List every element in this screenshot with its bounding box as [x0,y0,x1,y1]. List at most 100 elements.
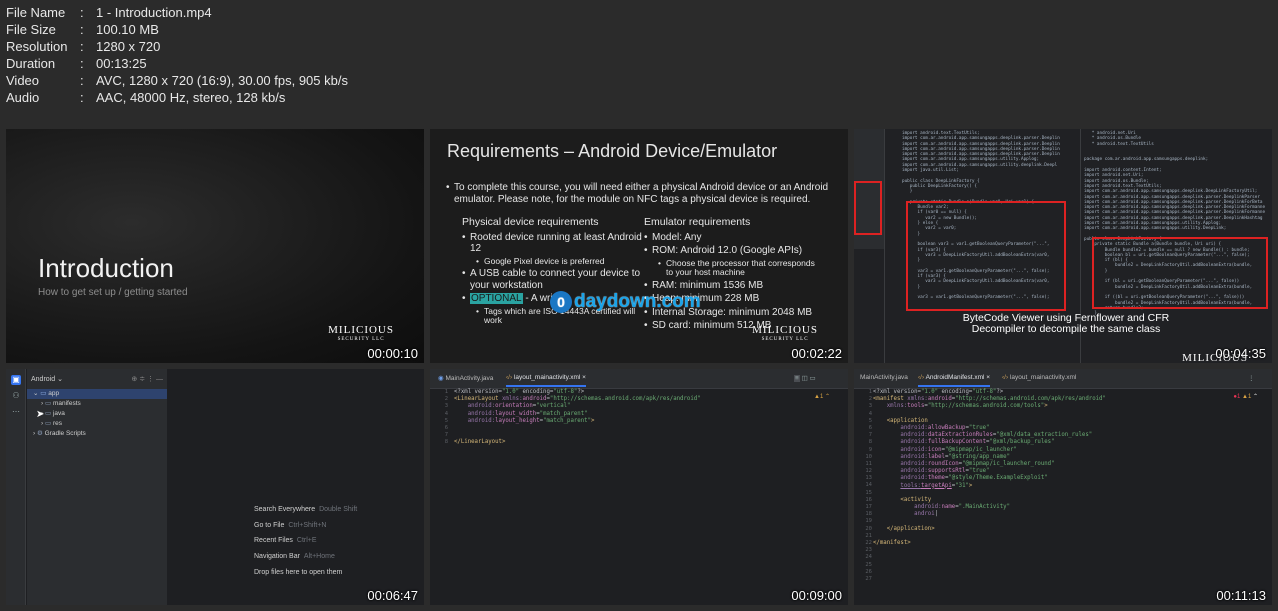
editor-mode-icons[interactable]: ≡ ◫ ▭ [794,374,816,382]
meta-video: Video: AVC, 1280 x 720 (16:9), 30.00 fps,… [6,72,348,89]
tree-item-java[interactable]: › ▭ java [27,409,167,419]
xml-file-icon: ‹/› [918,374,925,381]
thumbnail-manifest-editor[interactable]: MainActivity.java ‹/› AndroidManifest.xm… [854,369,1272,605]
slide-title: Requirements – Android Device/Emulator [447,141,778,161]
tree-label: java [52,410,65,417]
thumbnail-introduction[interactable]: Introduction How to get set up / getting… [6,129,424,363]
sep: : [80,39,84,54]
label: Resolution [6,39,68,54]
watermark: 0 daydown.com [550,291,701,313]
tree-item-gradle-scripts[interactable]: › ⚙ Gradle Scripts [27,429,167,439]
slide-intro: To complete this course, you will need e… [446,182,836,207]
project-title: Android [31,376,56,383]
editor-tabs: MainActivity.java ‹/› AndroidManifest.xm… [854,369,1272,389]
warning-icon[interactable]: ▲1 ⌃ [814,393,830,400]
structure-icon[interactable]: ⚇ [11,391,21,401]
project-panel: Android ⌄ ⊕ ≑ ⋮ — ⌄ ▭ app › ▭ manifests … [27,369,167,605]
brand-logo: MILICIOUS SECURITY LLC [752,325,818,345]
hint-shortcut: Double Shift [319,506,358,513]
list-subitem: Google Pixel device is preferred [462,256,644,267]
xml-file-icon: ‹/› [1002,374,1009,381]
sep: : [80,56,84,71]
list-item: A USB cable to connect your device to yo… [462,268,644,291]
meta-file-name: File Name:1 - Introduction.mp4 [6,4,348,21]
tree-item-app[interactable]: ⌄ ▭ app [27,389,167,399]
tree-item-manifests[interactable]: › ▭ manifests [27,399,167,409]
thumbnail-layout-editor[interactable]: ◉ MainActivity.java ‹/› layout_mainactiv… [430,369,848,605]
meta-resolution: Resolution:1280 x 720 [6,38,348,55]
more-tabs-icon[interactable]: ⋮ [1248,374,1255,382]
column-heading: Physical device requirements [462,216,599,228]
hint-label: Navigation Bar [254,553,300,560]
hint-label: Search Everywhere [254,506,316,513]
list-item: Model: Any [644,232,824,244]
hint-navigation-bar: Navigation Bar Alt+Home [254,553,335,560]
module-icon: ▭ [40,390,47,397]
hint-shortcut: Ctrl+E [296,537,317,544]
watermark-icon: 0 [550,291,572,313]
tab-label: MainActivity.java [445,375,494,382]
logo-subtext: SECURITY LLC [337,337,385,342]
sep: : [80,22,84,37]
hint-drop-files: Drop files here to open them [254,569,342,576]
value: AAC, 48000 Hz, stereo, 128 kb/s [96,90,286,105]
column-heading: Emulator requirements [644,216,751,228]
more-icon[interactable]: ⋯ [11,407,21,417]
folder-icon: ▭ [44,410,52,417]
value: 00:13:25 [96,56,147,71]
folder-icon: ▭ [44,400,52,407]
folder-icon: ▭ [44,420,52,427]
label: File Size [6,22,56,37]
sep: : [80,90,84,105]
list-item: ROM: Android 12.0 (Google APIs) [644,245,824,257]
line-numbers: 12345678 [444,389,448,446]
code-view-icon[interactable]: ≡ [794,375,800,382]
brand-logo: MILICIOUS SECURITY LLC [328,325,394,345]
tree-item-res[interactable]: › ▭ res [27,419,167,429]
value: 100.10 MB [96,22,159,37]
highlight-box [906,201,1066,311]
meta-duration: Duration:00:13:25 [6,55,348,72]
highlight-box [854,181,882,235]
tab-label: MainActivity.java [860,374,908,381]
tab-layout-mainactivity[interactable]: ‹/› layout_mainactivity.xml [1002,374,1076,381]
tree-label: res [52,420,62,427]
folder-icon[interactable]: ▣ [11,375,21,385]
physical-device-column: Physical device requirements Rooted devi… [462,216,644,334]
tab-label: layout_mainactivity.xml [1009,374,1077,381]
timestamp: 00:00:10 [367,346,418,361]
divider [884,129,885,363]
tool-strip: ▣ ⚇ ⋯ [6,369,26,605]
tab-label: AndroidManifest.xml [925,374,985,381]
tab-mainactivity[interactable]: MainActivity.java [860,374,908,381]
intro-bullet: To complete this course, you will need e… [446,182,836,205]
editor-tabs: ◉ MainActivity.java ‹/› layout_mainactiv… [430,369,848,389]
tree-label: app [48,390,60,397]
hint-shortcut: Alt+Home [303,553,335,560]
tab-layout-mainactivity[interactable]: ‹/› layout_mainactivity.xml × [506,374,586,387]
code-editor[interactable]: <?xml version="1.0" encoding="utf-8"?> <… [454,389,701,447]
tree-label: Gradle Scripts [44,430,86,437]
list-item: RAM: minimum 1536 MB [644,280,824,292]
project-view-selector[interactable]: Android ⌄ ⊕ ≑ ⋮ — [27,369,167,389]
code-editor[interactable]: <?xml version="1.0" encoding="utf-8"?> <… [873,389,1106,547]
watermark-text: daydown.com [574,291,701,312]
hint-label: Go to File [254,522,285,529]
highlight-box [1092,237,1268,309]
label: Audio [6,90,40,105]
label: Duration [6,56,56,71]
thumbnail-bytecode-viewer[interactable]: import android.text.TextUtils; import co… [854,129,1272,363]
file-metadata: File Name:1 - Introduction.mp4 File Size… [6,4,348,106]
value: 1280 x 720 [96,39,161,54]
tab-mainactivity[interactable]: ◉ MainActivity.java [438,374,493,382]
warning-icon[interactable]: ●1 ▲1 ⌃ [1233,393,1258,400]
panel-actions-icon[interactable]: ⊕ ≑ ⋮ — [131,375,163,383]
thumbnail-requirements[interactable]: Requirements – Android Device/Emulator T… [430,129,848,363]
slide-subtitle: How to get set up / getting started [38,287,188,298]
thumbnail-android-studio-project[interactable]: ▣ ⚇ ⋯ Android ⌄ ⊕ ≑ ⋮ — ⌄ ▭ app › ▭ mani… [6,369,424,605]
requirements-columns: Physical device requirements Rooted devi… [462,216,842,334]
timestamp: 00:09:00 [791,588,842,603]
value: 1 - Introduction.mp4 [96,5,212,20]
gradle-icon: ⚙ [36,430,43,437]
tab-androidmanifest[interactable]: ‹/› AndroidManifest.xml × [918,374,991,387]
